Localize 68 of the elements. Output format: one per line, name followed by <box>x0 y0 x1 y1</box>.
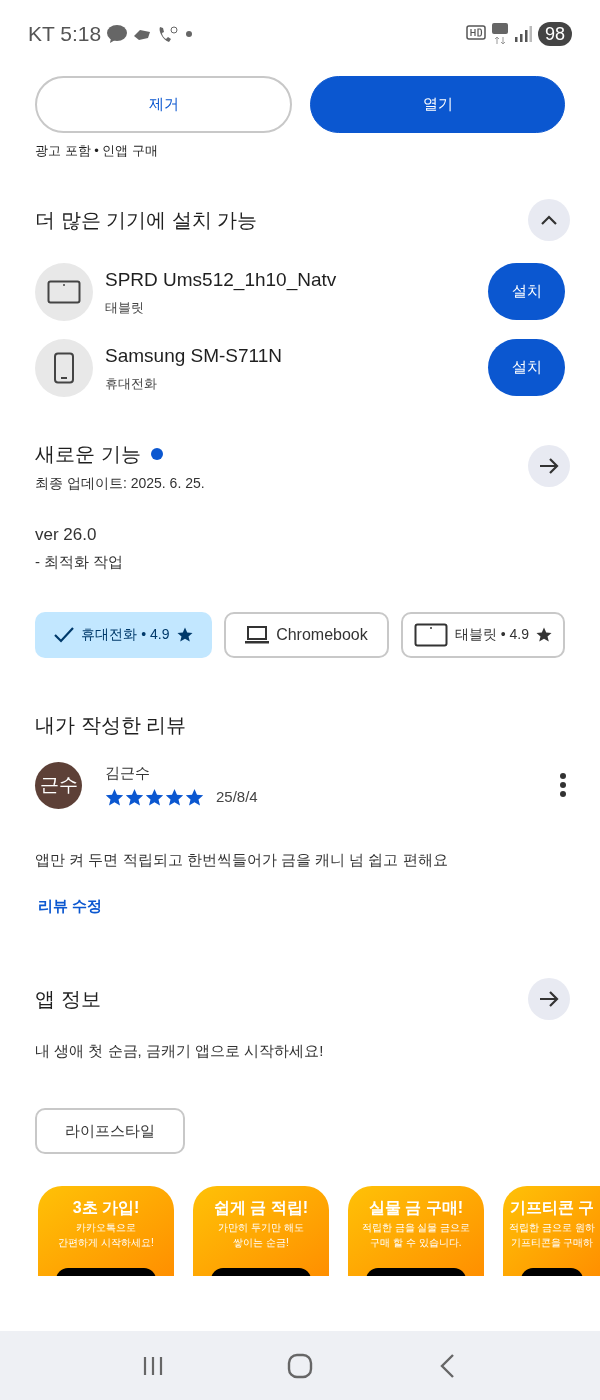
star-icon <box>145 787 164 807</box>
arrow-button[interactable] <box>528 977 570 1020</box>
screenshot-headline: 실물 금 구매! <box>368 1198 464 1218</box>
device-type: 휴대전화 <box>105 375 158 393</box>
install-button[interactable]: 설치 <box>488 339 565 396</box>
user-avatar: 근수 <box>35 761 82 809</box>
check-icon <box>54 626 75 643</box>
edit-review-link[interactable]: 리뷰 수정 <box>38 895 103 918</box>
hd-voice-icon <box>465 25 486 43</box>
screenshot-headline: 쉽게 금 적립! <box>213 1198 309 1218</box>
star-icon <box>165 787 184 807</box>
star-icon <box>125 787 144 807</box>
release-notes: - 최적화 작업 <box>34 552 125 572</box>
reviewer-name: 김근수 <box>105 762 151 783</box>
new-dot-icon <box>150 447 163 460</box>
section-title: 새로운 기능 <box>35 441 141 467</box>
device-filter-chip[interactable]: Chromebook <box>223 611 389 658</box>
arrow-button[interactable] <box>528 445 570 487</box>
chat-bubble-icon <box>107 25 128 43</box>
signal-icon <box>513 25 532 43</box>
phone-call-icon <box>157 25 180 43</box>
uninstall-button[interactable]: 제거 <box>35 76 292 133</box>
recent-apps-icon <box>142 1355 165 1376</box>
cloud-icon <box>133 28 152 40</box>
review-date: 25/8/4 <box>216 787 258 807</box>
arrow-right-icon <box>539 457 559 475</box>
more-vert-icon <box>560 773 566 797</box>
install-button[interactable]: 설치 <box>488 263 565 320</box>
arrow-right-icon <box>539 989 559 1008</box>
screenshot-headline: 기프티콘 구 <box>509 1198 595 1218</box>
status-time: KT 5:18 <box>28 21 102 48</box>
dot-icon <box>185 30 194 38</box>
app-description: 내 생애 첫 순금, 금캐기 앱으로 시작하세요! <box>34 1040 325 1061</box>
star-icon <box>105 787 124 807</box>
device-filter-chip[interactable]: 태블릿 • 4.9 <box>400 611 565 658</box>
collapse-button[interactable] <box>528 198 570 241</box>
phone-icon <box>53 351 75 384</box>
open-button[interactable]: 열기 <box>310 76 565 133</box>
tablet-icon <box>413 622 448 647</box>
version-text: ver 26.0 <box>34 523 98 546</box>
screenshot-caption: 가만히 두기만 해도 <box>218 1221 304 1235</box>
chevron-up-icon <box>541 214 557 225</box>
purchase-notice: 광고 포함 • 인앱 구매 <box>34 142 159 160</box>
section-title: 더 많은 기기에 설치 가능 <box>35 207 258 233</box>
update-date: 최종 업데이트: 2025. 6. 25. <box>35 473 205 493</box>
tablet-icon <box>47 279 81 304</box>
screenshot-caption: 쌓이는 순금! <box>233 1236 289 1250</box>
star-icon <box>185 787 204 807</box>
device-type: 태블릿 <box>105 299 145 317</box>
review-text: 앱만 켜 두면 적립되고 한번씩들어가 금을 캐니 넘 쉽고 편해요 <box>34 849 449 870</box>
home-icon <box>287 1352 313 1379</box>
back-icon <box>439 1353 454 1378</box>
battery-indicator: 98 <box>537 22 572 46</box>
laptop-icon <box>245 624 270 645</box>
category-chip[interactable]: 라이프스타일 <box>35 1108 185 1154</box>
section-title: 내가 작성한 리뷰 <box>34 712 188 738</box>
screenshot-headline: 3초 가입! <box>72 1198 140 1218</box>
screenshot-caption: 카카오톡으로 <box>76 1221 136 1235</box>
mobile-data-icon <box>491 23 508 45</box>
section-title: 앱 정보 <box>35 986 101 1012</box>
device-name: Samsung SM-S711N <box>105 343 284 368</box>
screenshot-caption: 적립한 금으로 원하 <box>509 1221 595 1235</box>
screenshot-caption: 적립한 금을 실물 금으로 <box>361 1221 471 1235</box>
screenshot-caption: 구매 할 수 있습니다. <box>370 1236 462 1250</box>
device-name: SPRD Ums512_1h10_Natv <box>105 267 338 293</box>
device-filter-chip[interactable]: 휴대전화 • 4.9 <box>35 611 212 658</box>
screenshot-caption: 간편하게 시작하세요! <box>58 1236 154 1250</box>
screenshot-caption: 기프티콘을 구매하 <box>510 1236 594 1250</box>
